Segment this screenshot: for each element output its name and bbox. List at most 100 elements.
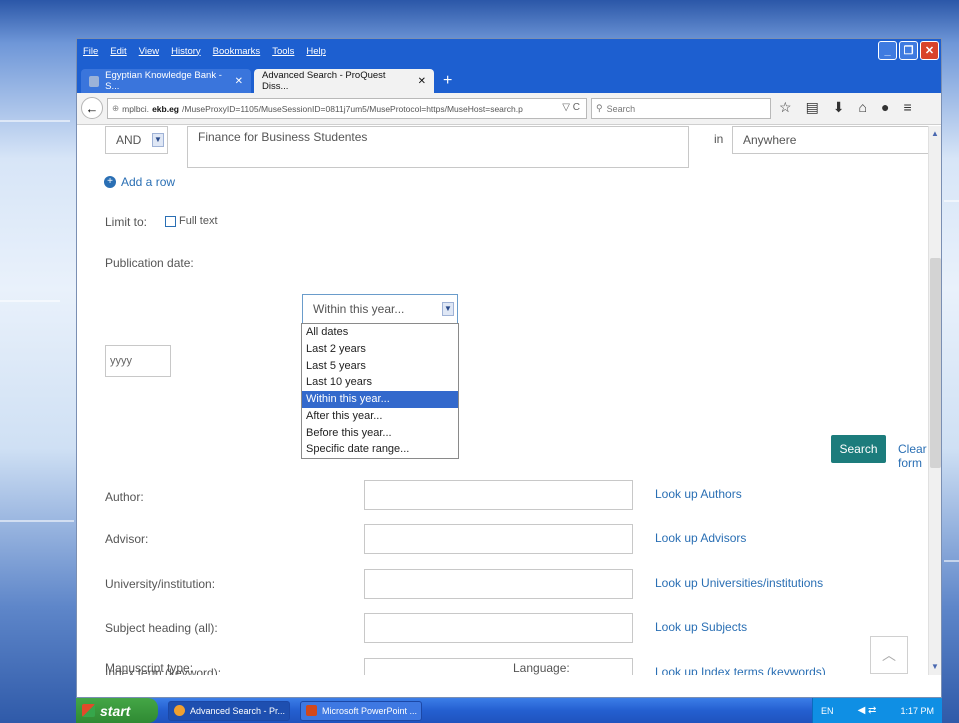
lookup-index-terms-link[interactable]: Look up Index terms (keywords) (655, 665, 826, 675)
scrollbar-thumb[interactable] (930, 258, 941, 468)
scroll-down-icon[interactable]: ▼ (929, 661, 941, 673)
taskbar-item-label: Microsoft PowerPoint ... (322, 705, 418, 716)
subject-heading-input[interactable] (364, 613, 633, 643)
search-button[interactable]: Search (831, 435, 886, 463)
close-button[interactable]: ✕ (920, 41, 939, 60)
system-tray: EN ◀ ⇄ 1:17 PM (812, 698, 942, 723)
page-content: AND ▼ Finance for Business Studentes in … (77, 126, 929, 675)
full-text-checkbox[interactable] (165, 216, 176, 227)
menu-bar: File Edit View History Bookmarks Tools H… (77, 39, 941, 63)
option-last-10-years[interactable]: Last 10 years (302, 374, 458, 391)
full-text-label: Full text (179, 215, 218, 227)
windows-flag-icon (82, 704, 95, 717)
vertical-scrollbar[interactable]: ▲ ▼ (928, 126, 941, 675)
clock[interactable]: 1:17 PM (900, 706, 934, 716)
shield-icon (89, 75, 100, 87)
taskbar: start Advanced Search - Pr... Microsoft … (76, 698, 942, 723)
limit-to-label: Limit to: (105, 215, 148, 229)
navigation-bar: ← ⊕ mplbci. ekb.eg/MuseProxyID=1105/MuseS… (77, 93, 941, 125)
publication-date-select[interactable]: Within this year... ▼ (302, 294, 458, 324)
minimize-button[interactable]: _ (878, 41, 897, 60)
start-button[interactable]: start (76, 698, 158, 723)
new-tab-icon[interactable]: + (443, 72, 452, 90)
publication-date-value: Within this year... (313, 302, 405, 316)
chevron-down-icon: ▼ (442, 302, 454, 316)
operator-value: AND (116, 133, 142, 147)
tray-network-icon[interactable]: ◀ ⇄ (858, 705, 877, 716)
hamburger-menu-icon[interactable]: ≡ (903, 99, 911, 116)
url-bar[interactable]: ⊕ mplbci. ekb.eg/MuseProxyID=1105/MuseSes… (107, 98, 587, 119)
menu-view[interactable]: View (139, 46, 159, 57)
menu-file[interactable]: File (83, 46, 98, 57)
subject-heading-label: Subject heading (all): (105, 621, 218, 635)
desktop-wallpaper-streak (0, 120, 70, 122)
tab-egyptian-knowledge-bank[interactable]: Egyptian Knowledge Bank - S... ✕ (81, 69, 251, 93)
search-terms-textarea[interactable]: Finance for Business Studentes (187, 126, 689, 168)
year-input[interactable]: yyyy (105, 345, 171, 377)
url-domain: ekb.eg (152, 103, 179, 114)
desktop-wallpaper-streak (0, 300, 60, 302)
search-field-value: Anywhere (743, 133, 797, 147)
chevron-up-icon: ︿ (882, 647, 896, 663)
close-tab-icon[interactable]: ✕ (235, 76, 243, 87)
option-after-this-year[interactable]: After this year... (302, 408, 458, 425)
menu-tools[interactable]: Tools (272, 46, 294, 57)
reading-list-icon[interactable]: ▤ (806, 99, 819, 116)
add-circle-icon[interactable]: + (104, 176, 116, 188)
desktop-wallpaper-streak (944, 200, 959, 202)
maximize-button[interactable]: ❐ (899, 41, 918, 60)
option-within-this-year[interactable]: Within this year... (302, 391, 458, 408)
start-label: start (100, 702, 131, 719)
toolbar-icons: ☆ ▤ ⬇ ⌂ ● ≡ (779, 99, 912, 116)
option-last-2-years[interactable]: Last 2 years (302, 341, 458, 358)
firefox-icon (174, 705, 185, 716)
lookup-universities-link[interactable]: Look up Universities/institutions (655, 576, 823, 590)
taskbar-item-powerpoint[interactable]: Microsoft PowerPoint ... (300, 700, 422, 721)
menu-help[interactable]: Help (306, 46, 326, 57)
publication-date-options: All dates Last 2 years Last 5 years Last… (301, 323, 459, 459)
option-before-this-year[interactable]: Before this year... (302, 425, 458, 442)
lookup-authors-link[interactable]: Look up Authors (655, 487, 742, 501)
tab-label: Advanced Search - ProQuest Diss... (262, 70, 386, 92)
language-indicator[interactable]: EN (821, 706, 834, 716)
option-specific-date-range[interactable]: Specific date range... (302, 441, 458, 458)
index-term-input[interactable] (364, 658, 633, 675)
chevron-down-icon: ▼ (152, 133, 164, 147)
lookup-advisors-link[interactable]: Look up Advisors (655, 531, 746, 545)
bookmark-star-icon[interactable]: ☆ (779, 99, 792, 116)
taskbar-item-firefox[interactable]: Advanced Search - Pr... (168, 700, 290, 721)
menu-bookmarks[interactable]: Bookmarks (213, 46, 261, 57)
option-last-5-years[interactable]: Last 5 years (302, 358, 458, 375)
desktop-wallpaper-streak (0, 520, 74, 522)
lookup-subjects-link[interactable]: Look up Subjects (655, 620, 747, 634)
university-input[interactable] (364, 569, 633, 599)
option-all-dates[interactable]: All dates (302, 324, 458, 341)
author-input[interactable] (364, 480, 633, 510)
back-to-top-button[interactable]: ︿ (870, 636, 908, 674)
chat-icon[interactable]: ● (881, 99, 889, 116)
downloads-icon[interactable]: ⬇ (833, 99, 845, 116)
back-arrow-icon[interactable]: ← (81, 97, 103, 119)
search-field-select[interactable]: Anywhere ▼ (732, 126, 929, 154)
university-label: University/institution: (105, 577, 216, 591)
desktop-wallpaper-streak (944, 560, 959, 562)
clear-form-link[interactable]: Clear form (898, 442, 929, 470)
menu-history[interactable]: History (171, 46, 201, 57)
menu-edit[interactable]: Edit (110, 46, 126, 57)
advisor-input[interactable] (364, 524, 633, 554)
url-rest: /MuseProxyID=1105/MuseSessionID=0811j7um… (182, 103, 523, 114)
advisor-label: Advisor: (105, 532, 149, 546)
reload-icon[interactable]: ▽ C (562, 102, 580, 113)
url-prefix: mplbci. (122, 103, 150, 114)
close-tab-icon[interactable]: ✕ (418, 76, 426, 87)
home-icon[interactable]: ⌂ (859, 99, 867, 116)
author-label: Author: (105, 490, 144, 504)
operator-select[interactable]: AND ▼ (105, 126, 168, 154)
tab-advanced-search[interactable]: Advanced Search - ProQuest Diss... ✕ (254, 69, 434, 93)
search-input[interactable]: ⚲ Search (591, 98, 771, 119)
scroll-up-icon[interactable]: ▲ (929, 128, 941, 140)
add-row-link[interactable]: Add a row (121, 175, 175, 189)
language-label: Language: (513, 661, 570, 675)
browser-window: File Edit View History Bookmarks Tools H… (76, 38, 942, 698)
search-icon: ⚲ (596, 103, 603, 113)
